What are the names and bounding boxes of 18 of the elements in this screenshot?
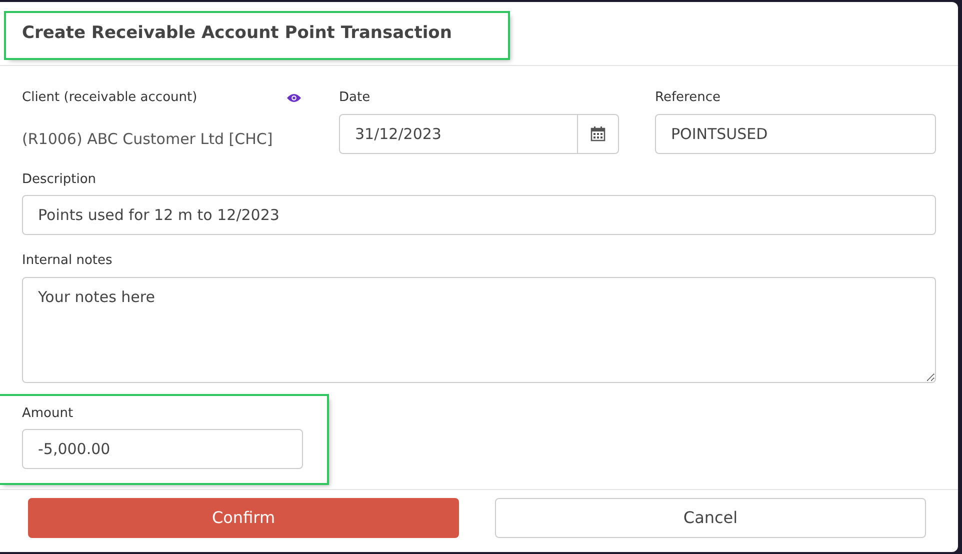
confirm-button[interactable]: Confirm — [28, 498, 459, 538]
dialog-title: Create Receivable Account Point Transaction — [22, 23, 452, 44]
field-label: Internal notes — [22, 252, 114, 270]
field-label: Amount — [22, 404, 74, 422]
reference-field[interactable]: POINTSUSED — [655, 114, 936, 154]
date-field[interactable]: 31/12/2023 — [339, 114, 578, 154]
field-label: Date — [339, 89, 372, 107]
cancel-button[interactable]: Cancel — [495, 498, 926, 538]
eye-icon[interactable] — [287, 92, 301, 103]
calendar-icon — [590, 126, 606, 142]
calendar-button[interactable] — [578, 114, 619, 154]
amount-field[interactable]: -5,000.00 — [22, 429, 303, 469]
description-field[interactable]: Points used for 12 m to 12/2023 — [22, 195, 936, 235]
notes-field[interactable]: Your notes here — [22, 276, 936, 382]
field-label: Description — [22, 170, 98, 188]
client-name: (R1006) ABC Customer Ltd [CHC] — [22, 128, 274, 150]
field-label: Reference — [655, 89, 722, 107]
field-label: Client (receivable account) — [22, 89, 198, 107]
